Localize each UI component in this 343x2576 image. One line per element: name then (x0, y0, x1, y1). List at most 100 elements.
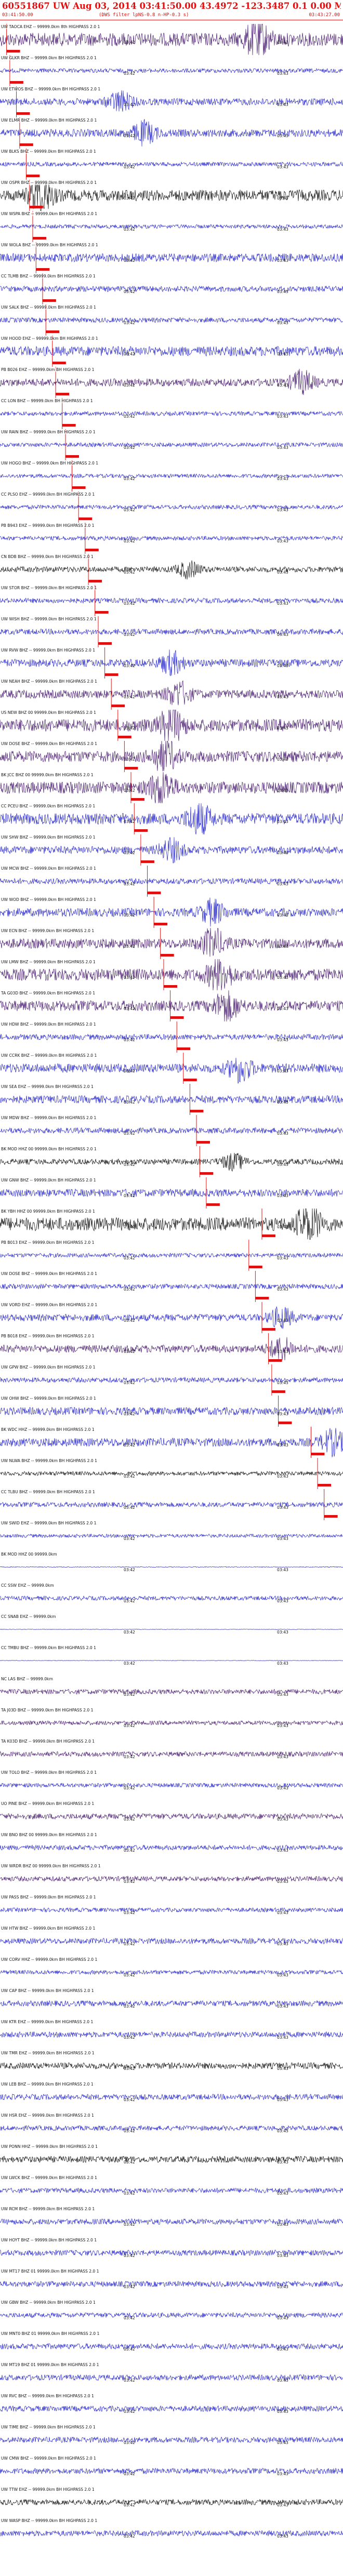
trace-label: TA G03D BHZ -- 99999.0km BH HIGHPASS 2.0… (1, 991, 96, 995)
trace-row: BK MOD HHZ 00 99999.0km 03:42 03:43 (0, 1551, 343, 1583)
trace-label: CN BDB BHZ -- 99999.0km BH HIGHPASS 2.0 … (1, 554, 94, 559)
filter-note: (DWS filter lpNS-0.8 n-HP-0.3 s) (99, 12, 189, 18)
trace-row: UW WSPA BHZ -- 99999.0km BH HIGHPASS 2.0… (0, 211, 343, 242)
pick-flag (200, 1172, 214, 1175)
trace-row: CN BDB BHZ -- 99999.0km BH HIGHPASS 2.0 … (0, 554, 343, 585)
trace-label: UW WSPA BHZ -- 99999.0km BH HIGHPASS 2.0… (1, 211, 98, 216)
trace-label: UW CMW BHZ -- 99999.0km BH HIGHPASS 2.0 … (1, 2456, 96, 2461)
trace-row: UW PONN HHZ -- 99999.0km BH HIGHPASS 2.0… (0, 2144, 343, 2175)
time-mark: 03:43 (277, 227, 288, 232)
trace-label: UW HDW BHZ -- 99999.0km BH HIGHPASS 2.0 … (1, 1022, 96, 1027)
waveform-trace (0, 2312, 343, 2318)
time-mark: 03:43 (277, 165, 288, 169)
time-mark: 03:43 (277, 508, 288, 512)
trace-row: UW HDW BHZ -- 99999.0km BH HIGHPASS 2.0 … (0, 1021, 343, 1053)
waveform-trace (0, 1595, 343, 1601)
time-mark: 03:43 (277, 1505, 288, 1510)
pick-flag (278, 1422, 292, 1424)
trace-label: BK MOD HHZ 00 99999.0km BH HIGHPASS 2.0 … (1, 1147, 97, 1151)
trace-label: UW WASP BHZ -- 99999.0km BH HIGHPASS 2.0… (1, 2518, 98, 2523)
pick-flag (78, 517, 93, 520)
time-mark: 03:43 (277, 1443, 288, 1448)
trace-label: UW SALK BHZ -- 99999.0km BH HIGHPASS 2.0… (1, 305, 96, 310)
time-mark: 03:43 (277, 1412, 288, 1416)
pick-flag (117, 736, 131, 738)
trace-label: UW DOSE BHZ -- 99999.0km BH HIGHPASS 2.0… (1, 1271, 97, 1276)
time-mark: 03:42 (124, 2253, 135, 2258)
waveform-trace (0, 224, 343, 229)
time-mark: 03:42 (124, 1848, 135, 1853)
pick-flag (6, 50, 20, 52)
waveform-trace (0, 2249, 343, 2256)
waveform-trace (0, 1533, 343, 1538)
time-mark: 03:42 (124, 476, 135, 481)
trace-label: UW TTW EHZ -- 99999.0km BH HIGHPASS 2.0 … (1, 2487, 95, 2492)
pick-flag (65, 455, 79, 458)
trace-row: UW GNW BHZ -- 99999.0km BH HIGHPASS 2.0 … (0, 1177, 343, 1209)
pick-flag (196, 1141, 210, 1144)
time-mark: 03:43 (277, 1536, 288, 1541)
waveform-trace (0, 1428, 343, 1457)
time-mark: 03:43 (277, 1318, 288, 1323)
time-mark: 03:43 (277, 2378, 288, 2383)
trace-label: UW SWID EHZ -- 99999.0km BH HIGHPASS 2.0… (1, 1521, 97, 1525)
time-mark: 03:42 (124, 882, 135, 886)
trace-label: UW HSR EHZ -- 99999.0km BH HIGHPASS 2.0 … (1, 2113, 94, 2118)
trace-row: UW TOLO BHZ -- 99999.0km BH HIGHPASS 2.0… (0, 1770, 343, 1801)
trace-label: CC PLSO EHZ -- 99999.0km BH HIGHPASS 2.0… (1, 492, 95, 497)
trace-row: UW MT19 BHZ 01 99999.0km BH HIGHPASS 2.0… (0, 2362, 343, 2393)
time-mark: 03:43 (277, 1661, 288, 1666)
trace-row: UW SALK BHZ -- 99999.0km BH HIGHPASS 2.0… (0, 304, 343, 336)
trace-row: UW WASP BHZ -- 99999.0km BH HIGHPASS 2.0… (0, 2518, 343, 2549)
time-mark: 03:42 (124, 71, 135, 76)
pick-flag (85, 549, 99, 551)
time-mark: 03:43 (277, 1349, 288, 1354)
waveform-trace (0, 410, 343, 417)
time-mark: 03:43 (277, 632, 288, 637)
trace-row: UW CORV HHZ -- 99999.0km BH HIGHPASS 2.0… (0, 1957, 343, 1988)
event-title: 60551867 UW Aug 03, 2014 03:41:50.00 43.… (2, 1, 341, 11)
trace-label: UW CORV HHZ -- 99999.0km BH HIGHPASS 2.0… (1, 1957, 98, 1962)
time-mark: 03:43 (277, 1723, 288, 1728)
pick-flag (255, 1297, 269, 1299)
trace-row: UW WOLA BHZ -- 99999.0km BH HIGHPASS 2.0… (0, 242, 343, 273)
time-mark: 03:42 (124, 1193, 135, 1198)
trace-row: UW TAOCA EHZ -- 99999.0km 8th HIGHPASS 2… (0, 24, 343, 55)
time-mark: 03:42 (124, 2066, 135, 2071)
time-mark: 03:42 (124, 352, 135, 356)
trace-row: UW MCW BHZ -- 99999.0km BH HIGHPASS 2.0 … (0, 866, 343, 897)
trace-row: UW LWCK BHZ -- 99999.0km BH HIGHPASS 2.0… (0, 2175, 343, 2206)
trace-label: UW LMW BHZ -- 99999.0km BH HIGHPASS 2.0 … (1, 960, 96, 964)
waveform-trace (0, 2343, 343, 2350)
trace-row: PB B943 EHZ -- 99999.0km BH HIGHPASS 2.0… (0, 523, 343, 554)
trace-label: UW GBW BHZ -- 99999.0km BH HIGHPASS 2.0 … (1, 2300, 96, 2305)
waveform-trace (0, 1033, 343, 1041)
time-mark: 03:43 (277, 570, 288, 575)
waveform-trace (0, 2155, 343, 2163)
time-mark: 03:42 (124, 2285, 135, 2289)
time-mark: 03:43 (277, 1225, 288, 1229)
time-mark: 03:43 (277, 1630, 288, 1635)
waveform-trace (0, 1907, 343, 1913)
trace-label: UW TIME BHZ -- 99999.0km BH HIGHPASS 2.0… (1, 2425, 96, 2429)
pick-flag (190, 1110, 204, 1112)
trace-label: UW KTR EHZ -- 99999.0km BH HIGHPASS 2.0 … (1, 2020, 94, 2024)
trace-row: UW WISH BHZ -- 99999.0km BH HIGHPASS 2.0… (0, 616, 343, 647)
trace-label: UW DOSE BHZ -- 99999.0km BH HIGHPASS 2.0… (1, 741, 97, 746)
trace-label: UW CCRK BHZ -- 99999.0km BH HIGHPASS 2.0… (1, 1053, 97, 1058)
time-mark: 03:42 (124, 601, 135, 606)
waveform-trace (0, 68, 343, 74)
trace-row: CC TMBU BHZ -- 99999.0km BH HIGHPASS 2.0… (0, 1645, 343, 1676)
waveform-trace (0, 1937, 343, 1945)
time-mark: 03:43 (277, 975, 288, 980)
trace-label: TA K03D BHZ -- 99999.0km BH HIGHPASS 2.0… (1, 1739, 95, 1744)
trace-label: UW SEA EHZ -- 99999.0km BH HIGHPASS 2.0 … (1, 1084, 94, 1089)
time-mark: 03:42 (124, 1505, 135, 1510)
time-mark: 03:43 (277, 2503, 288, 2507)
waveform-trace (0, 1188, 343, 1198)
trace-row: UW WOD BHZ -- 99999.0km BH HIGHPASS 2.0 … (0, 897, 343, 928)
trace-row: UW BNO BHZ 00 99999.0km BH HIGHPASS 2.0 … (0, 1832, 343, 1863)
trace-row: BK JCC BHZ 00 99999.0km BH HIGHPASS 2.0 … (0, 772, 343, 803)
waveform-trace (0, 1283, 343, 1290)
trace-row: TA G03D BHZ -- 99999.0km BH HIGHPASS 2.0… (0, 990, 343, 1021)
